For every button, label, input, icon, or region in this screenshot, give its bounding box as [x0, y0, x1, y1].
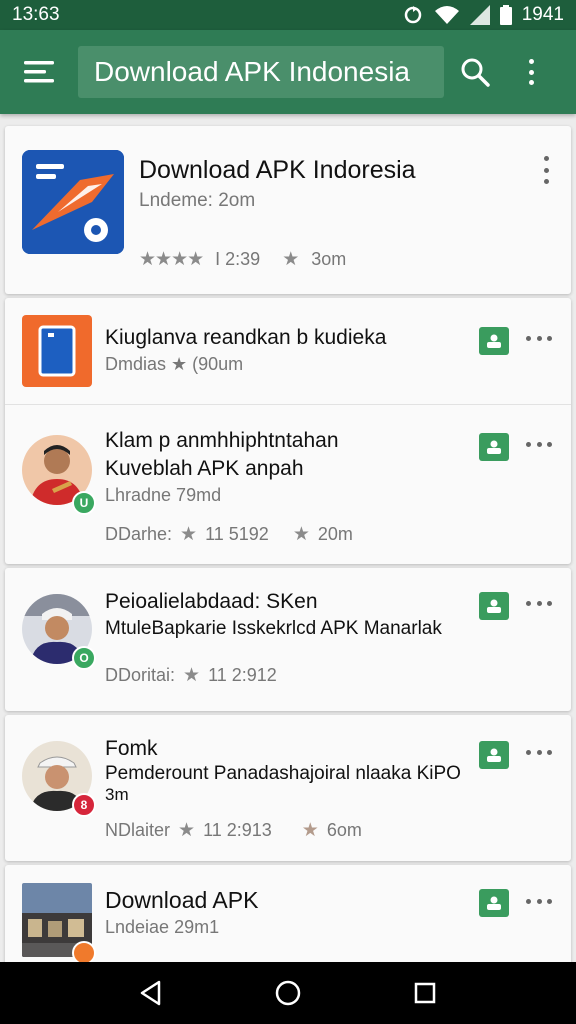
install-button[interactable] [479, 741, 509, 769]
app-bar: Download APK Indonesia [0, 30, 576, 114]
more-vert-icon [524, 59, 538, 85]
install-icon [487, 599, 501, 613]
install-icon [487, 896, 501, 910]
install-icon [487, 334, 501, 348]
back-icon [140, 980, 160, 1006]
item-meta-extra: 6om [326, 820, 362, 840]
rating-stars-icon: ★★★★ [139, 249, 204, 270]
featured-rating: I 2:39 [215, 249, 261, 269]
item-more-button[interactable] [526, 334, 552, 342]
search-button[interactable] [444, 30, 506, 114]
status-icons: 1941 [402, 4, 564, 26]
navigation-bar [0, 962, 576, 1024]
item-more-button[interactable] [526, 748, 552, 756]
star-icon: ★ [282, 249, 300, 270]
item-subtitle: Dmdias ★ (90um [105, 354, 244, 374]
featured-title: Download APK Indoresia [139, 156, 416, 184]
recents-icon [415, 982, 436, 1004]
item-meta-value: 11 2:913 [203, 820, 272, 840]
install-button[interactable] [479, 889, 509, 917]
list-item[interactable]: Kiuglanva reandkan b kudieka Dmdias ★ (9… [5, 298, 571, 404]
featured-card[interactable]: Download APK Indoresia Lndeme: 2om ★★★★ … [5, 126, 571, 294]
featured-stat: 3om [311, 249, 347, 269]
list-card-4[interactable]: Download APK Lndeiae 29m1 [5, 865, 571, 975]
item-title: Download APK [105, 887, 259, 913]
sync-icon [402, 4, 424, 26]
status-time: 13:63 [12, 4, 60, 25]
status-clock: 1941 [521, 4, 564, 25]
item-title: Peioalielabdaad: SKen [105, 590, 318, 613]
item-meta-label: DDoritai: [105, 665, 176, 685]
star-icon: ★ [178, 820, 196, 841]
status-bar: 13:63 1941 [0, 0, 576, 30]
status-badge: 8 [72, 793, 96, 817]
home-icon [275, 980, 301, 1006]
home-button[interactable] [268, 973, 308, 1013]
battery-icon [499, 5, 512, 25]
item-more-button[interactable] [526, 897, 552, 905]
item-title: Kiuglanva reandkan b kudieka [105, 326, 387, 349]
item-title-line2: MtuleBapkarie Isskekrlcd APK Manarlak [105, 618, 442, 639]
status-badge: O [72, 646, 96, 670]
item-meta: NDlaiter ★ 11 2:913 ★ 6om [105, 819, 362, 842]
item-subtitle: Lndeiae 29m1 [105, 917, 220, 937]
star-icon: ★ [292, 524, 310, 545]
item-title-line2: Pemderount Panadashajoiral nlaaka KiPO [105, 763, 461, 784]
item-title-line3: 3m [105, 785, 129, 804]
featured-subtitle: Lndeme: 2om [139, 190, 256, 211]
list-item[interactable]: U Klam p anmhhiphtntahan Kuveblah APK an… [5, 404, 571, 564]
star-icon: ★ [301, 820, 319, 841]
back-button[interactable] [131, 973, 171, 1013]
item-title: Klam p anmhhiphtntahan [105, 429, 339, 452]
signal-icon [469, 5, 490, 25]
search-icon [461, 58, 490, 87]
item-more-button[interactable] [526, 440, 552, 448]
item-meta: DDoritai: ★ 11 2:912 [105, 664, 277, 687]
item-meta: DDarhe: ★ 11 5192 ★ 20m [105, 523, 353, 546]
install-button[interactable] [479, 433, 509, 461]
install-button[interactable] [479, 327, 509, 355]
more-options-button[interactable] [506, 30, 556, 114]
app-logo-icon [22, 150, 124, 254]
list-card-3[interactable]: 8 Fomk Pemderount Panadashajoiral nlaaka… [5, 715, 571, 861]
item-meta-label: DDarhe: [105, 524, 173, 544]
install-icon [487, 440, 501, 454]
app-title: Download APK Indonesia [78, 46, 444, 98]
list-card-2[interactable]: O Peioalielabdaad: SKen MtuleBapkarie Is… [5, 568, 571, 711]
list-card-1: Kiuglanva reandkan b kudieka Dmdias ★ (9… [5, 298, 571, 564]
featured-more-button[interactable] [539, 156, 553, 184]
item-subtitle: Lhradne 79md [105, 485, 222, 505]
item-more-button[interactable] [526, 599, 552, 607]
star-icon: ★ [180, 524, 198, 545]
install-icon [487, 748, 501, 762]
menu-icon [24, 61, 54, 83]
item-meta-label: NDlaiter [105, 820, 171, 840]
install-button[interactable] [479, 592, 509, 620]
featured-meta: ★★★★ I 2:39 ★ 3om [139, 248, 346, 271]
recents-button[interactable] [405, 973, 445, 1013]
wifi-icon [434, 5, 460, 25]
status-badge: U [72, 491, 96, 515]
item-title: Fomk [105, 737, 158, 760]
app-tablet-icon [22, 315, 92, 387]
item-meta-extra: 20m [317, 524, 353, 544]
menu-button[interactable] [0, 30, 78, 114]
item-title-line2: Kuveblah APK anpah [105, 457, 304, 480]
item-meta-value: 11 5192 [205, 524, 269, 544]
item-meta-value: 11 2:912 [208, 665, 277, 685]
star-icon: ★ [183, 665, 201, 686]
